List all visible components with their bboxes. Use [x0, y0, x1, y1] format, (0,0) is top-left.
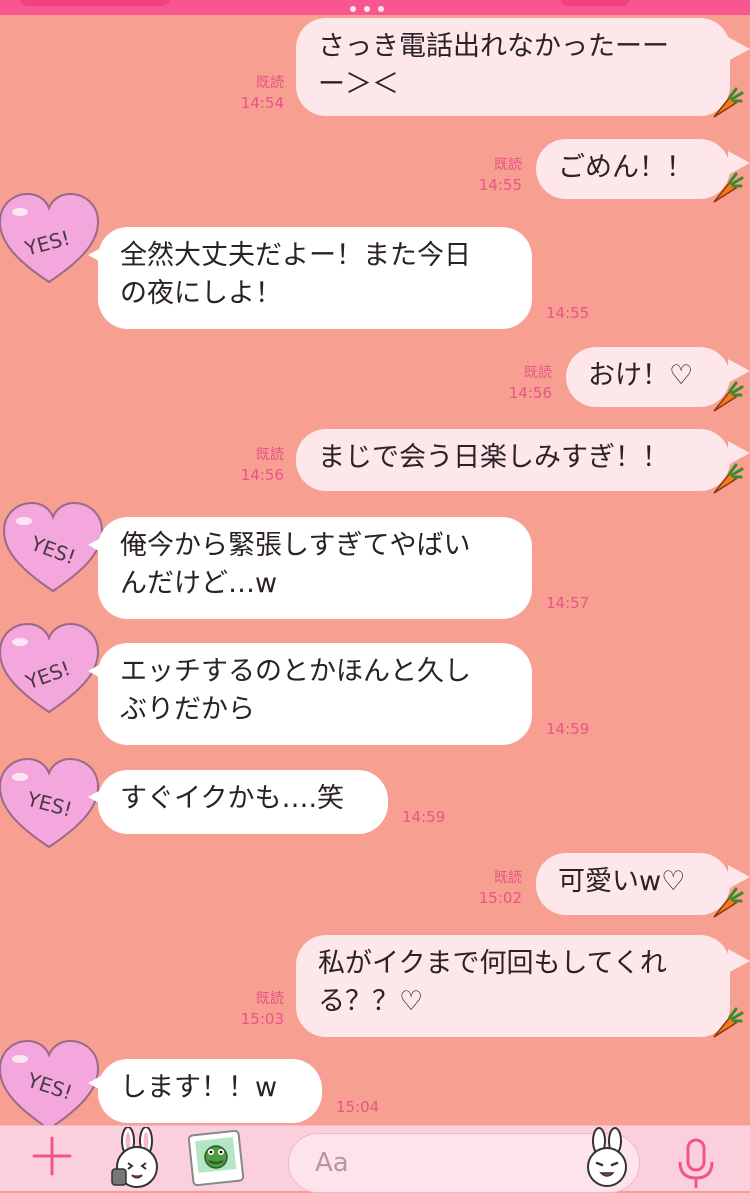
message-meta: 既読 15:02 [442, 868, 522, 908]
carrot-icon [713, 463, 744, 494]
input-placeholder: Aa [315, 1148, 349, 1178]
message-bubble-incoming[interactable]: 全然大丈夫だよー！また今日 の夜にしよ！ [98, 227, 532, 329]
bunny-emoji-icon[interactable] [577, 1127, 637, 1189]
message-time: 15:04 [336, 1098, 380, 1116]
carrot-icon [713, 381, 744, 412]
top-header-strip [0, 0, 750, 15]
page-indicator [350, 0, 410, 12]
heart-yes-avatar[interactable]: YES! [0, 755, 102, 853]
read-receipt: 既読 [494, 870, 522, 886]
carrot-icon [713, 887, 744, 918]
message-time: 14:59 [546, 720, 590, 738]
message-time: 14:56 [508, 384, 552, 402]
heart-yes-avatar[interactable]: YES! [0, 1037, 102, 1135]
read-receipt: 既読 [494, 157, 522, 173]
carrot-icon [713, 172, 744, 203]
message-time: 14:55 [546, 304, 590, 322]
heart-yes-avatar[interactable]: YES! [0, 620, 102, 718]
message-bubble-incoming[interactable]: します！！w [98, 1059, 322, 1123]
read-receipt: 既読 [256, 991, 284, 1007]
message-meta: 既読 14:54 [204, 73, 284, 113]
message-time: 15:03 [240, 1010, 284, 1028]
message-bubble-incoming[interactable]: 俺今から緊張しすぎてやばい んだけど…w [98, 517, 532, 619]
message-bubble-outgoing[interactable]: さっき電話出れなかったーー ー＞＜ [296, 18, 730, 116]
message-meta: 既読 14:56 [472, 363, 552, 403]
message-time: 14:59 [402, 808, 446, 826]
read-receipt: 既読 [524, 365, 552, 381]
message-time: 14:56 [240, 466, 284, 484]
read-receipt: 既読 [256, 447, 284, 463]
message-bubble-outgoing[interactable]: 可愛いw♡ [536, 853, 730, 915]
message-bubble-outgoing[interactable]: ごめん！！ [536, 139, 730, 199]
message-meta: 既読 14:55 [442, 155, 522, 195]
message-bubble-incoming[interactable]: すぐイクかも….笑 [98, 770, 388, 834]
message-time: 14:54 [240, 94, 284, 112]
message-bubble-outgoing[interactable]: おけ！♡ [566, 347, 730, 407]
microphone-icon[interactable] [676, 1138, 716, 1190]
message-time: 14:57 [546, 594, 590, 612]
message-input-bar: Aa [0, 1125, 750, 1193]
carrot-icon [713, 1007, 744, 1038]
carrot-icon [713, 87, 744, 118]
message-time: 15:02 [478, 889, 522, 907]
photo-icon[interactable] [185, 1127, 247, 1189]
plus-icon[interactable] [30, 1134, 74, 1178]
message-time: 14:55 [478, 176, 522, 194]
message-bubble-outgoing[interactable]: まじで会う日楽しみすぎ！！ [296, 429, 730, 491]
message-meta: 既読 14:56 [204, 445, 284, 485]
message-bubble-outgoing[interactable]: 私がイクまで何回もしてくれ る？？♡ [296, 935, 730, 1037]
message-bubble-incoming[interactable]: エッチするのとかほんと久し ぶりだから [98, 643, 532, 745]
heart-yes-avatar[interactable]: YES! [0, 190, 102, 288]
chat-message-list[interactable]: さっき電話出れなかったーー ー＞＜ 既読 14:54 ごめん！！ 既読 14:5… [0, 15, 750, 1131]
read-receipt: 既読 [256, 75, 284, 91]
message-meta: 既読 15:03 [204, 989, 284, 1029]
bunny-sticker-icon[interactable] [104, 1127, 170, 1189]
header-left-element[interactable] [20, 0, 170, 6]
header-right-element[interactable] [560, 0, 630, 6]
